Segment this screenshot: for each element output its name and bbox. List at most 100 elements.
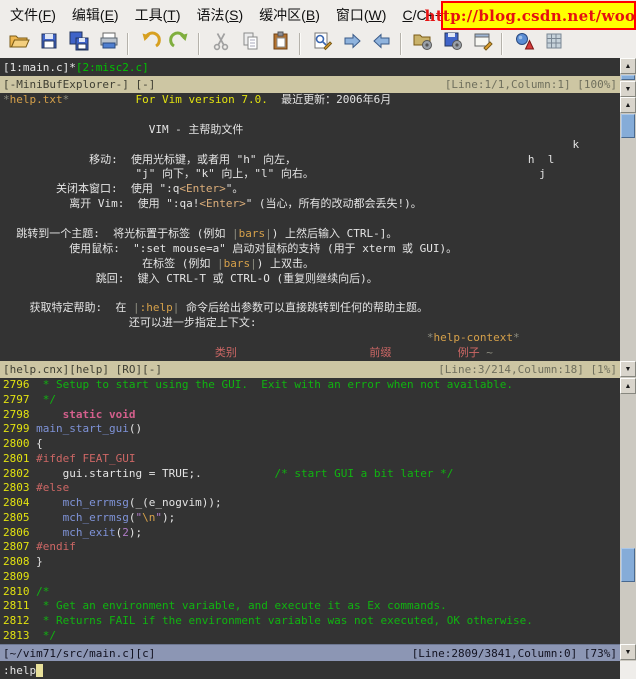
minibuf-scroll-down-button[interactable]: ▼ — [620, 81, 636, 97]
text-segment: ); — [129, 526, 142, 539]
help-scroll-down-button[interactable]: ▼ — [620, 361, 636, 377]
text-segment: 2811 — [3, 599, 36, 612]
menu-item-window[interactable]: 窗口(W) — [328, 1, 395, 29]
text-line: 2811 * Get an environment variable, and … — [3, 599, 620, 614]
cut-icon — [210, 30, 232, 57]
text-segment: * Get an environment variable, and execu… — [36, 599, 447, 612]
undo-button[interactable] — [135, 31, 165, 57]
buffer-tab[interactable]: [2:misc2.c] — [76, 61, 149, 74]
text-line: 跳转到一个主题: 将光标置于标签 (例如 |bars|) 上然后输入 CTRL-… — [3, 227, 620, 242]
text-segment: 2797 — [3, 393, 36, 406]
text-segment: | — [133, 301, 140, 314]
text-line — [3, 108, 620, 123]
text-line: 类别 前缀 例子 ~ — [3, 346, 620, 361]
text-segment: :help — [140, 301, 173, 314]
redo-icon — [169, 30, 191, 57]
find-prev-icon — [371, 30, 393, 57]
save-button[interactable] — [34, 31, 64, 57]
find-replace-button[interactable] — [307, 31, 337, 57]
text-segment: " (当心，所有的改动都会丢失!)。 — [246, 197, 422, 210]
make-button[interactable] — [509, 31, 539, 57]
open-button[interactable] — [4, 31, 34, 57]
text-line: 跳回: 键入 CTRL-T 或 CTRL-O (重复则继续向后)。 — [3, 272, 620, 287]
text-segment: help.txt — [10, 93, 63, 106]
text-segment: 2796 — [3, 378, 36, 391]
minibuf-statusline[interactable]: [-MiniBufExplorer-] [-] [Line:1/1,Column… — [0, 76, 620, 93]
find-prev-button[interactable] — [367, 31, 397, 57]
text-segment: bars — [224, 257, 251, 270]
menu-item-tools[interactable]: 工具(T) — [127, 1, 189, 29]
minibuf-scroll-up-button[interactable]: ▲ — [620, 58, 636, 74]
command-line-text: :help — [3, 664, 36, 677]
text-segment: | — [250, 257, 257, 270]
text-segment: 离开 Vim: 使用 ":qa! — [3, 197, 199, 210]
text-segment: 使用鼠标: ":set mouse=a" 启动对鼠标的支持 (用于 xterm … — [3, 242, 457, 255]
text-segment: 移动: 使用光标键，或者用 "h" 向左， h l — [3, 153, 554, 166]
text-segment: ) 上双击。 — [257, 257, 314, 270]
cut-button[interactable] — [206, 31, 236, 57]
code-scroll-thumb[interactable] — [621, 548, 635, 582]
run-script-button[interactable] — [468, 31, 498, 57]
copy-button[interactable] — [236, 31, 266, 57]
active-statusline[interactable]: [~/vim71/src/main.c][c] [Line:2809/3841,… — [0, 644, 620, 661]
buffer-tab[interactable]: [1:main.c]* — [3, 61, 76, 74]
help-scroll-up-button[interactable]: ▲ — [620, 97, 636, 113]
help-window[interactable]: *help.txt* For Vim version 7.0. 最近更新：200… — [0, 93, 620, 361]
text-segment — [237, 346, 369, 359]
text-segment: " — [155, 511, 162, 524]
help-statusline[interactable]: [help.cnx][help] [RO][-] [Line:3/214,Col… — [0, 361, 620, 378]
toolbar-separator — [400, 33, 402, 55]
text-segment: 2806 — [3, 526, 36, 539]
menu-item-syntax[interactable]: 语法(S) — [189, 1, 252, 29]
scrollbar-corner — [620, 661, 636, 679]
text-line: 在标签 (例如 |bars|) 上双击。 — [3, 257, 620, 272]
text-line: 2806 mch_exit(2); — [3, 526, 620, 541]
text-segment: "。 — [226, 182, 244, 195]
text-segment: 2808 — [3, 555, 36, 568]
text-segment: #ifdef FEAT_GUI — [36, 452, 135, 465]
text-line: 获取特定帮助: 在 |:help| 命令后给出参数可以直接跳转到任何的帮助主题。 — [3, 301, 620, 316]
code-scroll-down-button[interactable]: ▼ — [620, 644, 636, 660]
save-all-button[interactable] — [64, 31, 94, 57]
menu-item-edit[interactable]: 编辑(E) — [64, 1, 127, 29]
paste-button[interactable] — [266, 31, 296, 57]
text-segment: */ — [36, 393, 56, 406]
gvim-window: 文件(F)编辑(E)工具(T)语法(S)缓冲区(B)窗口(W)C/C++帮助(H… — [0, 0, 636, 679]
help-scroll-thumb[interactable] — [621, 114, 635, 138]
toolbar — [0, 29, 636, 58]
save-session-button[interactable] — [438, 31, 468, 57]
text-segment: 2799 — [3, 422, 36, 435]
load-session-button[interactable] — [408, 31, 438, 57]
paste-icon — [270, 30, 292, 57]
save-session-icon — [442, 30, 464, 57]
table-button[interactable] — [539, 31, 569, 57]
text-segment: 还可以进一步指定上下文: — [3, 316, 256, 329]
menu-item-file[interactable]: 文件(F) — [2, 1, 64, 29]
text-segment — [69, 93, 135, 106]
text-segment: 2809 — [3, 570, 36, 583]
menu-item-buffers[interactable]: 缓冲区(B) — [251, 1, 328, 29]
help-statusline-ruler: [Line:3/214,Column:18] [1%] — [438, 363, 617, 376]
text-segment — [36, 526, 63, 539]
text-segment: 命令后给出参数可以直接跳转到任何的帮助主题。 — [179, 301, 428, 314]
load-session-icon — [412, 30, 434, 57]
text-segment: () — [129, 422, 142, 435]
text-segment: 2813 — [3, 629, 36, 642]
code-scroll-up-button[interactable]: ▲ — [620, 378, 636, 394]
text-segment: mch_errmsg — [63, 511, 129, 524]
text-line: VIM - 主帮助文件 — [3, 123, 620, 138]
minibuf-scroll-thumb[interactable] — [621, 75, 635, 80]
text-segment: "j" 向下，"k" 向上，"l" 向右。 j — [3, 167, 546, 180]
text-line: 使用鼠标: ":set mouse=a" 启动对鼠标的支持 (用于 xterm … — [3, 242, 620, 257]
toolbar-separator — [299, 33, 301, 55]
code-window[interactable]: 2796 * Setup to start using the GUI. Exi… — [0, 378, 620, 644]
text-segment: 例子 — [458, 346, 480, 359]
text-segment: \n — [142, 511, 155, 524]
text-segment: 跳转到一个主题: 将光标置于标签 (例如 — [3, 227, 232, 240]
find-next-button[interactable] — [337, 31, 367, 57]
text-segment: 跳回: 键入 CTRL-T 或 CTRL-O (重复则继续向后)。 — [3, 272, 378, 285]
redo-button[interactable] — [165, 31, 195, 57]
command-line[interactable]: :help — [0, 661, 620, 679]
minibufexplorer-buffer-list: [1:main.c]*[2:misc2.c] — [0, 58, 620, 76]
print-button[interactable] — [94, 31, 124, 57]
